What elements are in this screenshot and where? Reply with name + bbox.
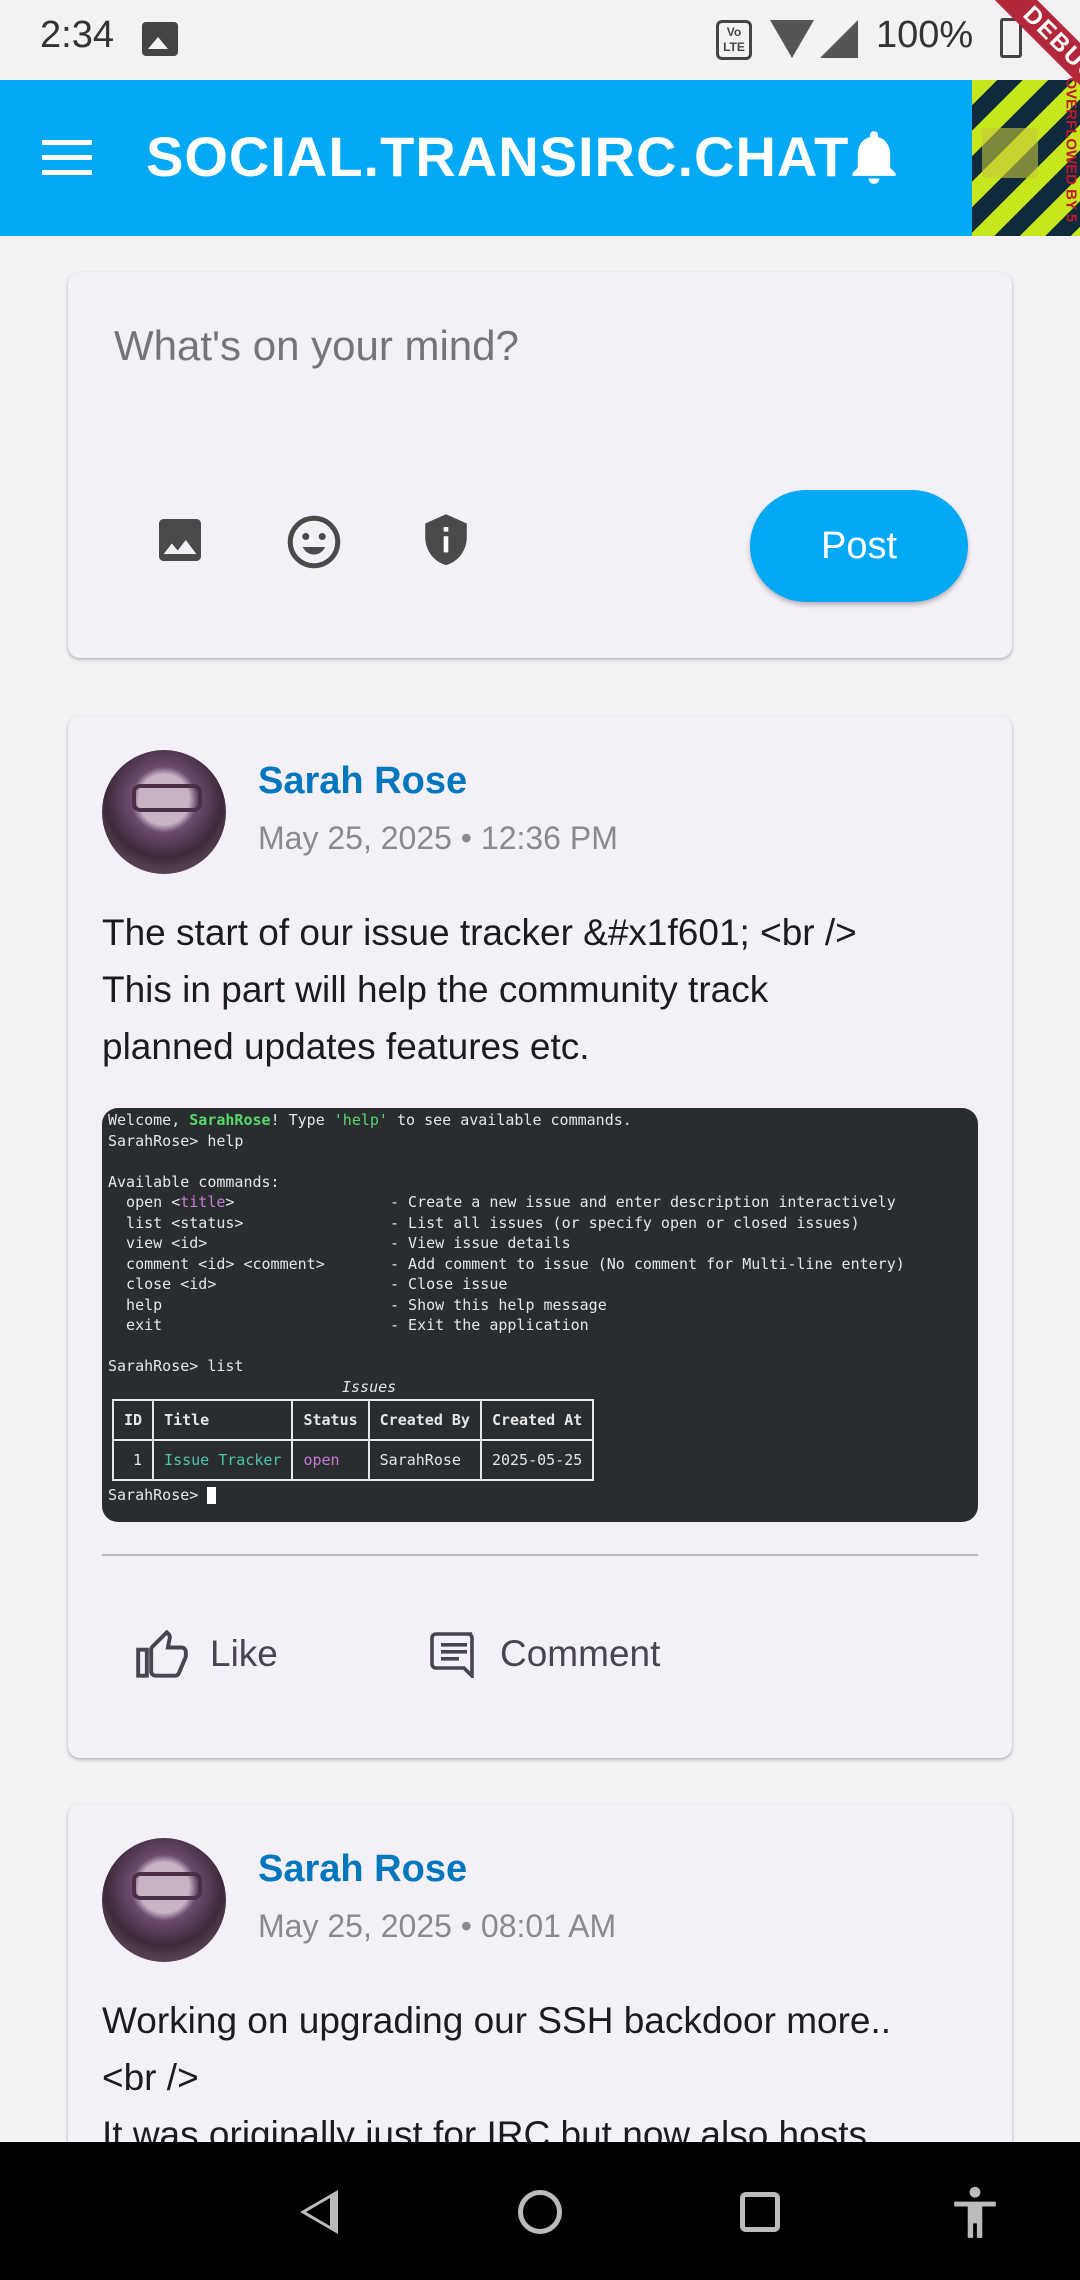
- photo-notification-icon: [142, 22, 178, 56]
- terminal-command-line: comment <id> <comment> - Add comment to i…: [108, 1254, 905, 1273]
- table-header: Status: [291, 1399, 370, 1441]
- app-title: SOCIAL.TRANSIRC.CHAT: [146, 125, 850, 188]
- comment-button[interactable]: Comment: [430, 1630, 660, 1678]
- post-body: Working on upgrading our SSH backdoor mo…: [102, 2000, 892, 2155]
- table-cell: Issue Tracker: [152, 1439, 294, 1481]
- post-timestamp: May 25, 2025 • 12:36 PM: [258, 820, 618, 856]
- overflow-warning: OVERFLOWED BY 5: [1062, 77, 1080, 223]
- status-bar: 2:34 Vo LTE 100%: [0, 0, 1080, 80]
- table-row: 1 Issue Tracker open SarahRose 2025-05-25: [111, 1439, 595, 1481]
- terminal-command-line: list <status> - List all issues (or speci…: [108, 1213, 860, 1232]
- shield-info-icon[interactable]: [418, 512, 474, 577]
- terminal-command-line: open <title> - Create a new issue and ent…: [108, 1193, 896, 1211]
- divider: [102, 1554, 978, 1556]
- post-composer: Post: [68, 272, 1012, 658]
- post-button[interactable]: Post: [750, 490, 968, 602]
- avatar[interactable]: [102, 1838, 226, 1962]
- post-image-terminal[interactable]: Welcome, SarahRose! Type 'help' to see a…: [102, 1108, 978, 1522]
- back-icon[interactable]: [300, 2190, 338, 2234]
- table-header: Created By: [367, 1399, 482, 1441]
- image-icon[interactable]: [152, 512, 208, 573]
- post-body: The start of our issue tracker &#x1f601;…: [102, 912, 857, 1067]
- emoji-icon[interactable]: [284, 512, 344, 577]
- table-cell: open: [291, 1439, 370, 1481]
- post-input[interactable]: [114, 322, 964, 370]
- accessibility-icon[interactable]: [950, 2186, 1000, 2245]
- wifi-icon: [770, 20, 814, 58]
- table-header: Created At: [479, 1399, 595, 1441]
- table-header: Title: [152, 1399, 294, 1441]
- avatar[interactable]: [102, 750, 226, 874]
- menu-icon[interactable]: [42, 140, 92, 176]
- terminal-command-line: help - Show this help message: [108, 1295, 607, 1314]
- system-nav-bar: [0, 2142, 1080, 2280]
- app-bar: SOCIAL.TRANSIRC.CHAT: [0, 80, 1080, 236]
- terminal-command-line: exit - Exit the application: [108, 1316, 589, 1334]
- volte-icon: Vo LTE: [716, 20, 752, 60]
- issues-table: ID Title Status Created By Created At 1 Issue…: [111, 1399, 595, 1481]
- post-author[interactable]: Sarah Rose: [258, 760, 467, 803]
- table-header: ID: [111, 1399, 155, 1441]
- notification-bell-icon[interactable]: [848, 130, 900, 191]
- recent-apps-icon[interactable]: [740, 2192, 780, 2232]
- table-cell: 1: [111, 1439, 155, 1481]
- table-cell: 2025-05-25: [479, 1439, 595, 1481]
- terminal-command-line: close <id> - Close issue: [108, 1275, 508, 1293]
- post-card: Sarah Rose May 25, 2025 • 12:36 PM The s…: [68, 716, 1012, 1758]
- post-timestamp: May 25, 2025 • 08:01 AM: [258, 1908, 617, 1944]
- terminal-command-line: view <id> - View issue details: [108, 1234, 571, 1252]
- like-button[interactable]: Like: [136, 1630, 278, 1678]
- terminal-cursor: [207, 1487, 217, 1504]
- table-cell: SarahRose: [367, 1439, 482, 1481]
- status-time: 2:34: [40, 14, 114, 56]
- post-author[interactable]: Sarah Rose: [258, 1848, 467, 1891]
- home-icon[interactable]: [518, 2190, 562, 2234]
- signal-icon: [820, 20, 858, 58]
